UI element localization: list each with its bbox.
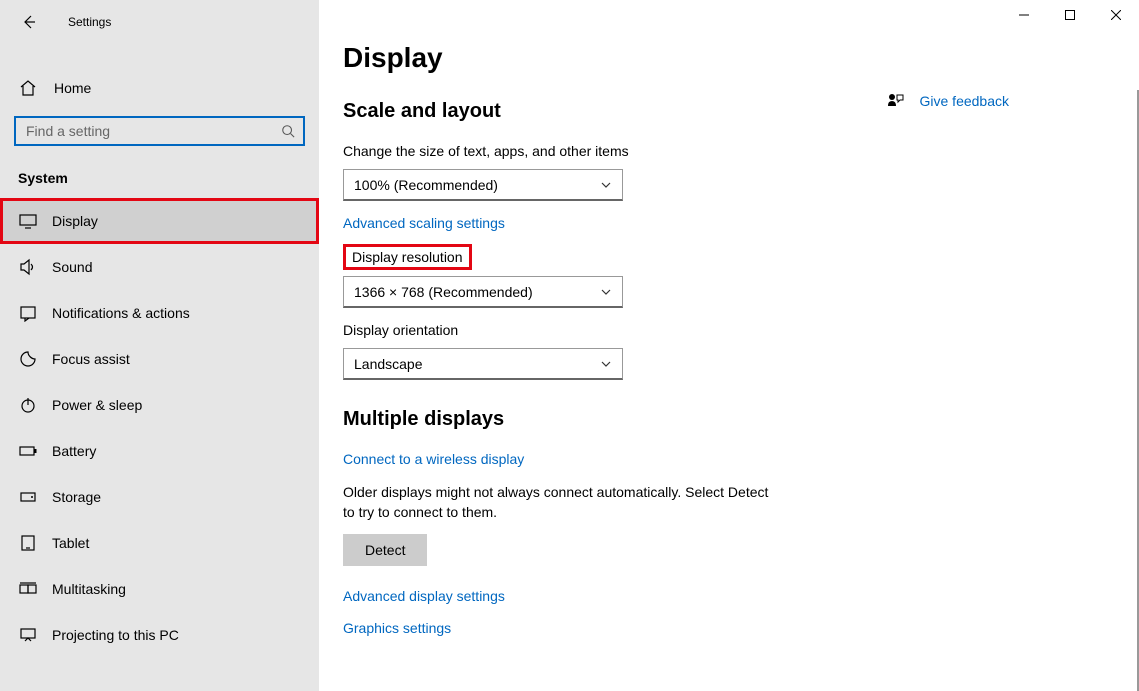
- advanced-scaling-link[interactable]: Advanced scaling settings: [343, 215, 505, 231]
- maximize-icon: [1065, 10, 1075, 20]
- back-arrow-icon: [21, 14, 37, 30]
- close-icon: [1111, 10, 1121, 20]
- window-controls: [1001, 0, 1139, 30]
- sidebar-home[interactable]: Home: [0, 66, 319, 110]
- chevron-down-icon: [600, 286, 612, 298]
- connect-wireless-link[interactable]: Connect to a wireless display: [343, 451, 524, 467]
- older-displays-text: Older displays might not always connect …: [343, 483, 783, 522]
- battery-icon: [18, 441, 38, 461]
- sidebar-item-sound[interactable]: Sound: [0, 244, 319, 290]
- sidebar-item-tablet[interactable]: Tablet: [0, 520, 319, 566]
- projecting-icon: [18, 625, 38, 645]
- sidebar-item-label: Sound: [52, 259, 92, 275]
- sidebar-item-label: Projecting to this PC: [52, 627, 179, 643]
- sidebar-item-label: Tablet: [52, 535, 89, 551]
- sidebar-item-label: Multitasking: [52, 581, 126, 597]
- sidebar-item-power[interactable]: Power & sleep: [0, 382, 319, 428]
- detect-button[interactable]: Detect: [343, 534, 427, 566]
- storage-icon: [18, 487, 38, 507]
- orientation-value: Landscape: [354, 356, 423, 372]
- resolution-label: Display resolution: [343, 244, 472, 270]
- notifications-icon: [18, 303, 38, 323]
- back-button[interactable]: [18, 11, 40, 33]
- display-icon: [18, 211, 38, 231]
- resolution-value: 1366 × 768 (Recommended): [354, 284, 533, 300]
- home-label: Home: [54, 80, 91, 96]
- home-icon: [18, 78, 38, 98]
- minimize-icon: [1019, 10, 1029, 20]
- resolution-select[interactable]: 1366 × 768 (Recommended): [343, 276, 623, 308]
- text-size-label: Change the size of text, apps, and other…: [343, 143, 929, 159]
- sidebar-item-focus-assist[interactable]: Focus assist: [0, 336, 319, 382]
- sidebar-item-label: Battery: [52, 443, 96, 459]
- graphics-settings-link[interactable]: Graphics settings: [343, 620, 451, 636]
- give-feedback[interactable]: Give feedback: [886, 92, 1010, 110]
- search-box[interactable]: [14, 116, 305, 146]
- multitasking-icon: [18, 579, 38, 599]
- maximize-button[interactable]: [1047, 0, 1093, 30]
- search-icon: [281, 124, 295, 138]
- chevron-down-icon: [600, 179, 612, 191]
- sidebar-item-multitasking[interactable]: Multitasking: [0, 566, 319, 612]
- sidebar-item-label: Power & sleep: [52, 397, 142, 413]
- category-label: System: [0, 146, 319, 198]
- sidebar-item-battery[interactable]: Battery: [0, 428, 319, 474]
- focus-assist-icon: [18, 349, 38, 369]
- text-size-select[interactable]: 100% (Recommended): [343, 169, 623, 201]
- chevron-down-icon: [600, 358, 612, 370]
- search-input[interactable]: [24, 122, 281, 140]
- feedback-label: Give feedback: [920, 93, 1010, 109]
- close-button[interactable]: [1093, 0, 1139, 30]
- orientation-select[interactable]: Landscape: [343, 348, 623, 380]
- sidebar: Settings Home System Display: [0, 0, 319, 691]
- sidebar-item-projecting[interactable]: Projecting to this PC: [0, 612, 319, 658]
- feedback-icon: [886, 92, 904, 110]
- nav-list: Display Sound Notifications & actions Fo…: [0, 198, 319, 658]
- sidebar-item-label: Display: [52, 213, 98, 229]
- text-size-value: 100% (Recommended): [354, 177, 498, 193]
- power-icon: [18, 395, 38, 415]
- section-multiple-displays: Multiple displays: [343, 408, 929, 431]
- sidebar-item-label: Notifications & actions: [52, 305, 190, 321]
- sound-icon: [18, 257, 38, 277]
- sidebar-item-label: Focus assist: [52, 351, 130, 367]
- orientation-label: Display orientation: [343, 322, 929, 338]
- section-scale-layout: Scale and layout: [343, 100, 929, 123]
- sidebar-item-storage[interactable]: Storage: [0, 474, 319, 520]
- tablet-icon: [18, 533, 38, 553]
- sidebar-item-label: Storage: [52, 489, 101, 505]
- minimize-button[interactable]: [1001, 0, 1047, 30]
- sidebar-item-display[interactable]: Display: [0, 198, 319, 244]
- window-title: Settings: [68, 15, 111, 29]
- main-content: Display Scale and layout Change the size…: [319, 0, 1139, 691]
- advanced-display-link[interactable]: Advanced display settings: [343, 588, 505, 604]
- page-title: Display: [343, 42, 929, 74]
- sidebar-item-notifications[interactable]: Notifications & actions: [0, 290, 319, 336]
